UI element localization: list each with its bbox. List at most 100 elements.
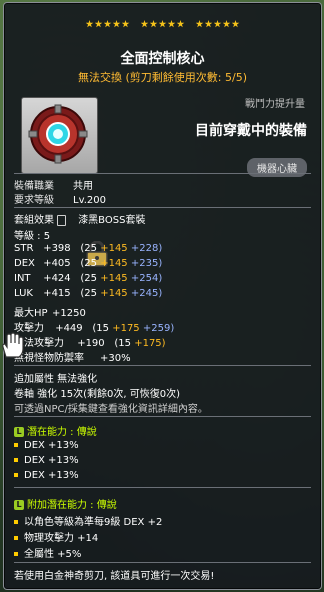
bullet-icon xyxy=(14,520,18,524)
attack-base: (15 xyxy=(92,323,110,334)
stat-extra: +245) xyxy=(130,288,163,299)
magic-attack-bonus: +175) xyxy=(134,338,166,349)
star-icon xyxy=(158,20,167,28)
divider xyxy=(14,365,311,366)
legendary-grade-icon: L xyxy=(14,427,24,437)
additional-potential-text: 物理攻擊力 +14 xyxy=(24,533,99,544)
set-value: 漆黑BOSS套裝 xyxy=(78,215,146,226)
additional-potential-text: 以角色等級為準每9級 DEX +2 xyxy=(24,517,163,528)
divider xyxy=(14,487,311,488)
star-icon xyxy=(195,20,204,28)
potential-text: DEX +13% xyxy=(24,440,79,451)
npc-note: 可透過NPC/採集鍵查看強化資訊詳細內容。 xyxy=(14,404,208,415)
ignore-def-row: 無視怪物防禦率 +30% xyxy=(14,349,131,364)
potential-header: L 潛在能力 : 傳說 xyxy=(14,423,97,438)
stat-name: LUK xyxy=(14,288,33,299)
stat-base: (25 xyxy=(80,273,98,284)
divider xyxy=(14,416,311,417)
stat-row-dex: DEX +405 (25 +145 +235) xyxy=(14,258,162,269)
item-tooltip: 全面控制核心 無法交換 (剪刀剩餘使用次數: 5/5) 戰鬥力提升量 目前穿戴中… xyxy=(3,2,322,590)
divider xyxy=(14,562,311,563)
star-group xyxy=(140,13,185,32)
hp-value: +1250 xyxy=(52,308,86,319)
extra-attribute: 追加屬性 無法強化 xyxy=(14,374,98,385)
set-label: 套組效果 xyxy=(14,215,54,226)
star-icon xyxy=(149,20,158,28)
stat-row-int: INT +424 (25 +145 +254) xyxy=(14,273,162,284)
potential-text: DEX +13% xyxy=(24,455,79,466)
attack-bonus: +175 xyxy=(112,323,140,334)
stat-base: (25 xyxy=(80,258,98,269)
legendary-grade-icon: L xyxy=(14,500,24,510)
stat-row-luk: LUK +415 (25 +145 +245) xyxy=(14,288,162,299)
star-icon xyxy=(140,20,149,28)
stat-bonus: +145 xyxy=(100,273,128,284)
trade-status: 無法交換 (剪刀剩餘使用次數: 5/5) xyxy=(78,71,247,84)
stat-extra: +228) xyxy=(130,243,163,254)
star-icon xyxy=(112,20,121,28)
attack-extra: +259) xyxy=(142,323,175,334)
bullet-icon xyxy=(14,473,18,477)
star-icon xyxy=(176,20,185,28)
combat-power-label: 戰鬥力提升量 xyxy=(245,99,305,110)
item-title: 全面控制核心 xyxy=(120,51,205,67)
star-icon xyxy=(85,20,94,28)
ignore-def-value: +30% xyxy=(100,353,131,364)
hp-label: 最大HP xyxy=(14,308,48,319)
stat-total: +398 xyxy=(43,243,71,254)
star-icon xyxy=(222,20,231,28)
set-row: 套組效果 漆黑BOSS套裝 xyxy=(14,211,145,226)
attack-total: +449 xyxy=(55,323,83,334)
ignore-def-label: 無視怪物防禦率 xyxy=(14,353,84,364)
star-icon xyxy=(103,20,112,28)
magic-attack-base: (15 xyxy=(114,338,132,349)
gear-core-icon xyxy=(28,104,88,164)
stat-total: +415 xyxy=(43,288,71,299)
star-icon xyxy=(167,20,176,28)
divider xyxy=(14,207,311,208)
star-icon xyxy=(213,20,222,28)
potential-title: 潛在能力 : 傳說 xyxy=(27,427,97,438)
enhance-level: 等級 : 5 xyxy=(14,231,51,242)
stat-total: +405 xyxy=(43,258,71,269)
divider xyxy=(14,173,311,174)
set-info-icon[interactable] xyxy=(57,214,66,226)
additional-potential-line: 以角色等級為準每9級 DEX +2 xyxy=(14,513,162,528)
star-icon xyxy=(121,20,130,28)
additional-potential-text: 全屬性 +5% xyxy=(24,549,82,560)
magic-attack-total: +190 xyxy=(77,338,105,349)
potential-line: DEX +13% xyxy=(14,455,79,466)
star-group xyxy=(85,13,130,32)
attack-row: 攻擊力 +449 (15 +175 +259) xyxy=(14,319,174,334)
level-req-row: 要求等級 Lv.200 xyxy=(14,191,106,206)
stat-name: INT xyxy=(14,273,31,284)
stat-bonus: +145 xyxy=(100,243,128,254)
stat-extra: +235) xyxy=(130,258,163,269)
item-icon-frame xyxy=(21,97,108,267)
bullet-icon xyxy=(14,536,18,540)
additional-potential-title: 附加潛在能力 : 傳說 xyxy=(27,500,117,511)
currently-equipped-text: 目前穿戴中的裝備 xyxy=(195,123,307,139)
job-label: 裝備職業 xyxy=(14,181,54,192)
star-icon xyxy=(231,20,240,28)
stat-total: +424 xyxy=(43,273,71,284)
stat-row-str: STR +398 (25 +145 +228) xyxy=(14,243,162,254)
additional-potential-line: 全屬性 +5% xyxy=(14,545,81,560)
bullet-icon xyxy=(14,443,18,447)
scissors-trade-note: 若使用白金神奇剪刀, 該道具可進行一次交易! xyxy=(14,571,215,582)
star-icon xyxy=(204,20,213,28)
level-req-value: Lv.200 xyxy=(73,195,106,206)
star-group xyxy=(195,13,240,32)
stat-base: (25 xyxy=(80,288,98,299)
stat-bonus: +145 xyxy=(100,258,128,269)
cursor-hand-icon xyxy=(2,332,24,358)
potential-line: DEX +13% xyxy=(14,440,79,451)
stat-extra: +254) xyxy=(130,273,163,284)
bullet-icon xyxy=(14,552,18,556)
star-force-row xyxy=(4,13,321,32)
potential-text: DEX +13% xyxy=(24,470,79,481)
scroll-info: 卷軸 強化 15次(剩餘0次, 可恢復0次) xyxy=(14,389,180,400)
stat-bonus: +145 xyxy=(100,288,128,299)
job-row: 裝備職業 共用 xyxy=(14,177,93,192)
level-req-label: 要求等級 xyxy=(14,195,54,206)
